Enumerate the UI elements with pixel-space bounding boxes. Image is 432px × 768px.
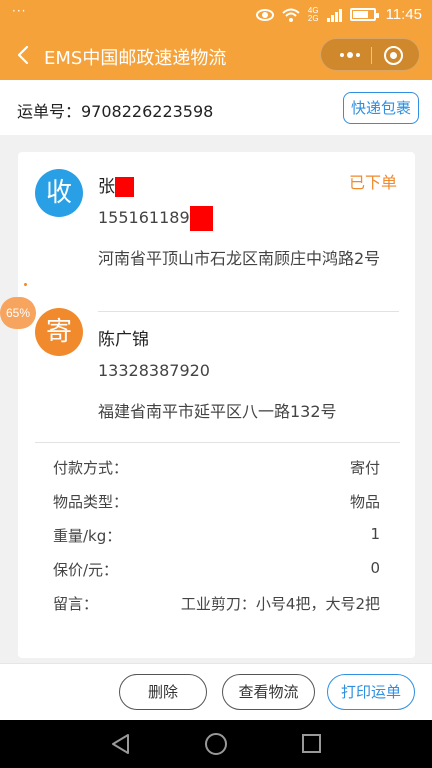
detail-value: 物品 (349, 493, 380, 511)
detail-label: 付款方式： (53, 459, 129, 477)
redaction-block (189, 206, 213, 231)
status-menu-dots: ··· (12, 4, 27, 18)
battery-icon (349, 8, 379, 21)
back-arrow-icon[interactable] (12, 43, 36, 67)
system-recents-icon[interactable] (302, 734, 321, 753)
receiver-address: 河南省平顶山市石龙区南顾庄中鸿路2号 (98, 249, 381, 268)
view-logistics-button[interactable]: 查看物流 (222, 674, 315, 710)
detail-row-weight: 重量/kg： 1 (53, 525, 380, 549)
receiver-phone-text: 155161189 (98, 208, 190, 227)
detail-row-insured-value: 保价/元： 0 (53, 559, 380, 583)
divider (35, 442, 400, 443)
sender-address: 福建省南平市延平区八一路132号 (98, 402, 337, 421)
system-back-icon[interactable] (110, 733, 132, 755)
more-icon[interactable] (335, 46, 365, 64)
detail-value: 工业剪刀：小号4把，大号2把 (180, 595, 380, 613)
network-type-bottom: 2G (307, 13, 319, 23)
capsule-divider (371, 47, 372, 64)
page-title: EMS中国邮政速递物流 (44, 48, 227, 69)
delete-button[interactable]: 删除 (119, 674, 207, 710)
divider (98, 311, 399, 312)
express-package-button[interactable]: 快递包裹 (343, 92, 419, 124)
waybill-row: 运单号：9708226223598 快递包裹 (0, 80, 432, 135)
detail-label: 保价/元： (53, 561, 119, 579)
action-bar: 删除 查看物流 打印运单 (0, 663, 432, 720)
eye-comfort-icon (255, 8, 274, 21)
detail-row-payment: 付款方式： 寄付 (53, 457, 380, 481)
sender-phone: 13328387920 (98, 361, 210, 380)
detail-label: 物品类型： (53, 493, 129, 511)
receiver-name: 张 (98, 172, 134, 197)
status-bar: ··· 4G 2G 11:45 (0, 0, 432, 30)
receiver-avatar: 收 (35, 169, 83, 217)
progress-dot (24, 283, 27, 286)
detail-value: 寄付 (349, 459, 380, 477)
receiver-name-text: 张 (98, 177, 115, 197)
detail-value: 1 (370, 525, 380, 543)
detail-label: 重量/kg： (53, 527, 122, 545)
receiver-phone: 155161189 (98, 206, 213, 231)
system-home-icon[interactable] (205, 733, 227, 755)
waybill-number: 运单号：9708226223598 (17, 102, 214, 121)
sender-avatar: 寄 (35, 308, 83, 356)
miniprogram-capsule (320, 38, 420, 71)
status-time: 11:45 (385, 6, 422, 23)
detail-value: 0 (370, 559, 380, 577)
signal-icon (326, 8, 342, 22)
status-icons: 4G 2G 11:45 (255, 6, 422, 23)
print-waybill-button[interactable]: 打印运单 (327, 674, 415, 710)
network-type-icon: 4G 2G (307, 6, 319, 23)
detail-row-item-type: 物品类型： 物品 (53, 491, 380, 515)
redaction-block (115, 177, 134, 197)
order-status: 已下单 (348, 173, 397, 192)
nav-bar: EMS中国邮政速递物流 (0, 30, 432, 80)
order-card: 收 张 已下单 155161189 河南省平顶山市石龙区南顾庄中鸿路2号 寄 陈… (18, 152, 415, 658)
system-nav-bar (0, 720, 432, 768)
progress-badge[interactable]: 65% (0, 297, 36, 329)
detail-row-message: 留言： 工业剪刀：小号4把，大号2把 (53, 593, 380, 617)
detail-label: 留言： (53, 595, 99, 613)
wifi-icon (282, 8, 300, 22)
sender-name: 陈广锦 (98, 330, 149, 350)
close-target-icon[interactable] (384, 46, 403, 65)
